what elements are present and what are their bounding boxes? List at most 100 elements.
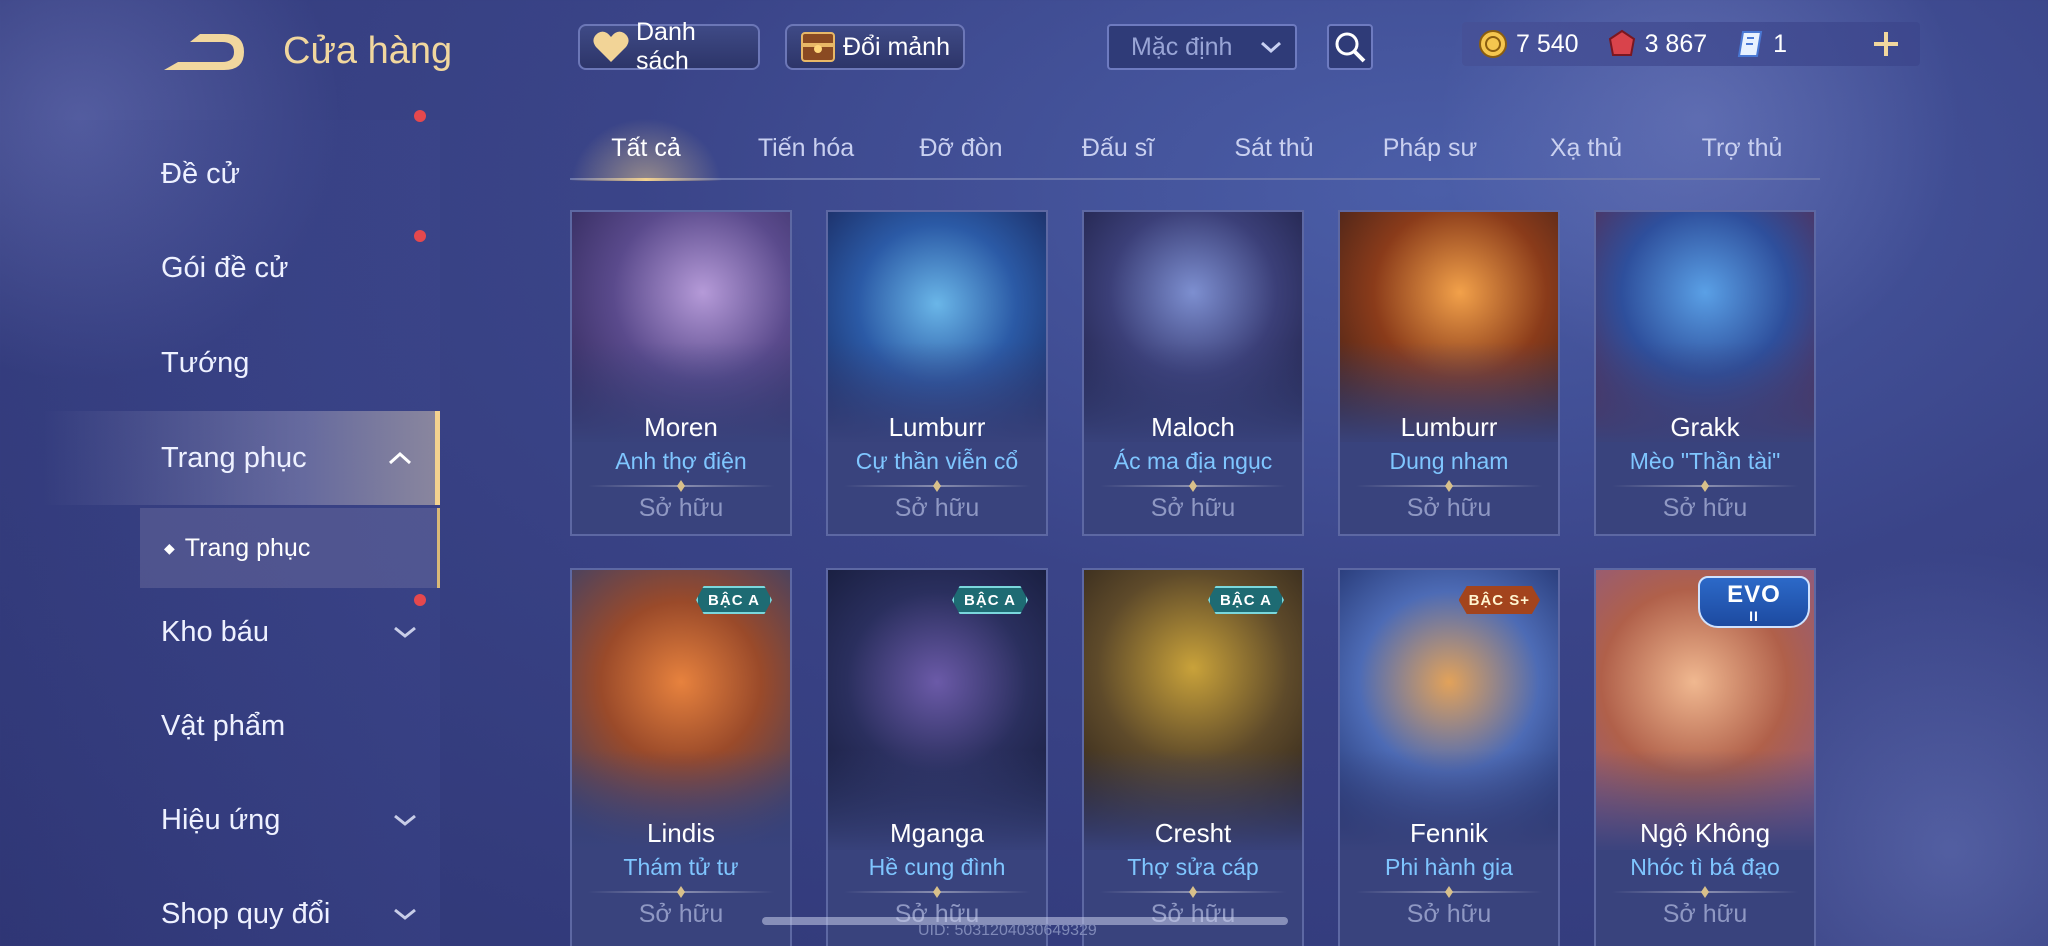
owned-status: Sở hữu xyxy=(894,494,980,522)
hero-name: Moren xyxy=(644,412,718,442)
sidebar-item-recommended-packs[interactable]: Gói đề cử xyxy=(0,110,440,308)
red-gem-icon xyxy=(1608,29,1635,56)
divider xyxy=(844,480,1030,492)
sort-dropdown[interactable]: Mặc định xyxy=(1107,24,1297,70)
hero-name: Ngộ Không xyxy=(1639,818,1771,848)
sidebar-item-label: Hiệu ứng xyxy=(161,803,281,836)
skin-card[interactable]: Lumburr Dung nham Sở hữu xyxy=(1338,210,1560,536)
add-currency-button[interactable] xyxy=(1868,22,1904,66)
skin-card[interactable]: EVO II Ngộ Không Nhóc tì bá đạo Sở hữu xyxy=(1594,568,1816,946)
divider xyxy=(1356,886,1542,898)
sidebar-item-heroes[interactable]: Tướng xyxy=(0,323,440,403)
sidebar-item-label: Vật phẩm xyxy=(161,709,286,742)
sort-selected-value: Mặc định xyxy=(1131,32,1233,61)
divider xyxy=(1612,480,1798,492)
skin-card[interactable]: BẬC A Lindis Thám tử tư Sở hữu xyxy=(570,568,792,946)
skin-card[interactable]: BẬC S+ Fennik Phi hành gia Sở hữu xyxy=(1338,568,1560,946)
tier-badge: BẬC A xyxy=(952,586,1028,614)
owned-status: Sở hữu xyxy=(1406,900,1492,928)
back-button[interactable] xyxy=(160,30,248,78)
tab-marksman[interactable]: Xạ thủ xyxy=(1510,118,1662,178)
sidebar-item-label: Shop quy đổi xyxy=(161,897,331,930)
divider xyxy=(1356,480,1542,492)
divider xyxy=(588,886,774,898)
search-button[interactable] xyxy=(1327,24,1373,70)
skin-name: Ác ma địa ngục xyxy=(1113,448,1273,474)
evolution-badge: EVO II xyxy=(1698,576,1810,628)
divider xyxy=(1100,480,1286,492)
back-arrow-icon xyxy=(164,34,244,70)
sidebar-item-treasure[interactable]: Kho báu xyxy=(0,592,440,672)
skin-card[interactable]: Lumburr Cự thần viễn cổ Sở hữu xyxy=(826,210,1048,536)
sidebar-item-items[interactable]: Vật phẩm xyxy=(0,686,440,766)
owned-status: Sở hữu xyxy=(638,494,724,522)
tier-badge: BẬC A xyxy=(696,586,772,614)
evo-level: II xyxy=(1749,608,1759,624)
sidebar-item-exchange-shop[interactable]: Shop quy đổi xyxy=(0,874,440,946)
sidebar-item-recommended[interactable]: Đề cử xyxy=(0,134,440,214)
hero-name: Maloch xyxy=(1151,412,1235,442)
skin-name: Hề cung đình xyxy=(868,854,1006,880)
skin-name: Nhóc tì bá đạo xyxy=(1630,854,1780,880)
sidebar: Đề cử Gói đề cử Tướng Trang phục ◆ Trang… xyxy=(0,110,440,946)
gold-coin-icon xyxy=(1479,30,1507,58)
skin-name: Thám tử tư xyxy=(623,854,739,880)
tab-tank[interactable]: Đỡ đòn xyxy=(885,118,1037,178)
notification-dot xyxy=(414,110,426,122)
fragment-exchange-button[interactable]: Đổi mảnh xyxy=(785,24,965,70)
skin-name: Mèo "Thần tài" xyxy=(1629,448,1781,474)
gem-currency: 3 867 xyxy=(1607,29,1708,59)
hero-name: Lumburr xyxy=(1400,412,1498,442)
chevron-down-icon xyxy=(394,626,416,638)
tab-mage[interactable]: Pháp sư xyxy=(1354,118,1506,178)
sidebar-subitem-label: Trang phục xyxy=(184,533,311,562)
hero-name: Fennik xyxy=(1409,818,1489,848)
skin-name: Anh thợ điện xyxy=(615,448,747,474)
tab-evolution[interactable]: Tiến hóa xyxy=(730,118,882,178)
sidebar-item-label: Tướng xyxy=(161,346,250,379)
owned-status: Sở hữu xyxy=(1662,900,1748,928)
chevron-up-icon xyxy=(388,451,412,465)
hero-name: Grakk xyxy=(1670,412,1740,442)
skin-card[interactable]: Grakk Mèo "Thần tài" Sở hữu xyxy=(1594,210,1816,536)
skin-name: Phi hành gia xyxy=(1385,854,1513,880)
skin-card[interactable]: Moren Anh thợ điện Sở hữu xyxy=(570,210,792,536)
skin-card[interactable]: Maloch Ác ma địa ngục Sở hữu xyxy=(1082,210,1304,536)
divider xyxy=(844,886,1030,898)
divider xyxy=(1100,886,1286,898)
ticket-amount: 1 xyxy=(1773,29,1788,58)
chevron-down-icon xyxy=(394,814,416,826)
sidebar-item-label: Gói đề cử xyxy=(161,251,289,284)
tab-all[interactable]: Tất cả xyxy=(570,118,722,181)
owned-status: Sở hữu xyxy=(1150,494,1236,522)
gem-amount: 3 867 xyxy=(1644,29,1708,58)
hero-name: Cresht xyxy=(1154,818,1232,848)
fragment-exchange-label: Đổi mảnh xyxy=(843,32,950,61)
gold-currency: 7 540 xyxy=(1478,29,1579,59)
favorites-list-button[interactable]: Danh sách xyxy=(578,18,760,75)
sidebar-item-label: Đề cử xyxy=(161,157,241,190)
diamond-bullet-icon: ◆ xyxy=(164,539,175,556)
skin-card[interactable]: BẬC A Cresht Thợ sửa cáp Sở hữu xyxy=(1082,568,1304,946)
owned-status: Sở hữu xyxy=(1406,494,1492,522)
tab-fighter[interactable]: Đấu sĩ xyxy=(1042,118,1194,178)
sidebar-item-effects[interactable]: Hiệu ứng xyxy=(0,780,440,860)
skin-name: Dung nham xyxy=(1389,448,1509,474)
skin-card[interactable]: BẬC A Mganga Hề cung đình Sở hữu xyxy=(826,568,1048,946)
favorites-list-label: Danh sách xyxy=(636,18,696,75)
ticket-currency: 1 xyxy=(1735,29,1787,59)
tab-assassin[interactable]: Sát thủ xyxy=(1198,118,1350,178)
heart-icon xyxy=(593,31,629,62)
currency-bar: 7 540 3 867 1 xyxy=(1462,22,1920,66)
notification-dot xyxy=(414,230,426,242)
skin-name: Thợ sửa cáp xyxy=(1127,854,1259,880)
hero-name: Lumburr xyxy=(888,412,986,442)
treasure-chest-icon xyxy=(801,32,835,62)
tier-badge: BẬC S+ xyxy=(1458,586,1540,614)
sidebar-subitem-skins[interactable]: ◆ Trang phục xyxy=(140,508,440,588)
sidebar-item-skins[interactable]: Trang phục xyxy=(0,411,440,505)
divider xyxy=(588,480,774,492)
hero-name: Lindis xyxy=(647,818,715,848)
sidebar-item-label: Trang phục xyxy=(161,441,307,474)
tab-support[interactable]: Trợ thủ xyxy=(1666,118,1818,178)
